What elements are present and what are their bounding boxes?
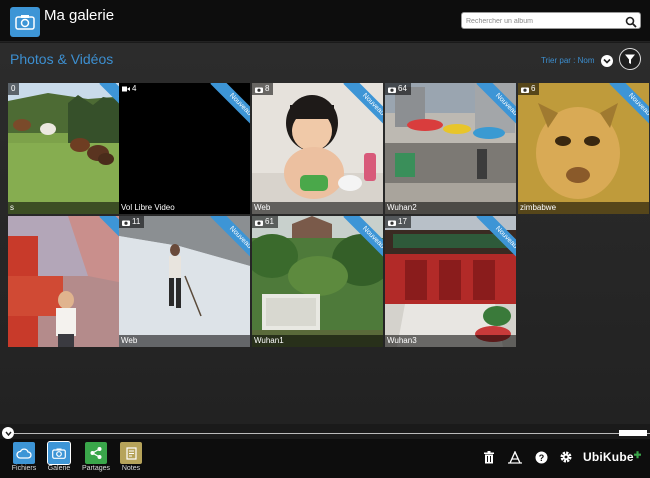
- album-name: Vol Libre Video: [119, 202, 250, 214]
- album-tile[interactable]: 4 Nouveau Vol Libre Video: [119, 83, 250, 214]
- album-name: Web: [252, 202, 383, 214]
- media-count-badge: 61: [252, 216, 278, 228]
- new-ribbon: Nouveau: [466, 216, 516, 266]
- media-count: 8: [265, 84, 270, 93]
- album-tile[interactable]: 11 Nouveau Web: [119, 216, 250, 347]
- album-tile[interactable]: 6 Nouveau zimbabwe: [518, 83, 649, 214]
- album-name: zimbabwe: [518, 202, 649, 214]
- font-icon: [508, 450, 522, 464]
- album-name: Wuhan2: [385, 202, 516, 214]
- bottom-bar: Fichiers Galerie Partages Notes: [0, 439, 650, 478]
- camera-icon: [255, 87, 263, 93]
- funnel-icon: [625, 54, 635, 64]
- camera-icon: [122, 220, 130, 226]
- media-count-badge: 4: [119, 83, 141, 95]
- new-ribbon-label: Nouveau: [343, 216, 383, 266]
- new-ribbon-label: Nouveau: [609, 83, 649, 133]
- media-count: 6: [531, 84, 536, 93]
- camera-icon: [521, 87, 529, 93]
- sort-dropdown-toggle[interactable]: [601, 55, 613, 67]
- new-ribbon-label: Nouveau: [210, 216, 250, 266]
- camera-icon: [388, 220, 396, 226]
- new-ribbon-label: Nouveau: [476, 83, 516, 133]
- media-count-badge: 8: [252, 83, 274, 95]
- album-name: Web: [119, 335, 250, 347]
- media-count-badge: 6: [518, 83, 540, 95]
- camera-icon: [255, 220, 263, 226]
- video-icon: [122, 86, 130, 92]
- collapse-panel-button[interactable]: [2, 427, 14, 439]
- album-tile[interactable]: 64 Nouveau Wuhan2: [385, 83, 516, 214]
- search-input[interactable]: [466, 14, 626, 28]
- media-count: 4: [132, 84, 137, 93]
- cloud-icon: [13, 442, 35, 464]
- media-count-badge: 11: [119, 216, 145, 228]
- scroll-handle[interactable]: [619, 430, 647, 436]
- nav-label: Partages: [81, 465, 111, 472]
- section-title: Photos & Vidéos: [10, 51, 114, 67]
- gear-icon: [560, 451, 572, 463]
- new-ribbon: Nouveau: [466, 83, 516, 133]
- brand-dot-icon: ✚: [633, 450, 642, 460]
- new-ribbon-label: Nouveau: [343, 83, 383, 133]
- brand-logo: UbiKube✚: [583, 450, 641, 464]
- search-box[interactable]: [461, 12, 641, 29]
- media-count: 17: [398, 217, 407, 226]
- nav-item-galerie[interactable]: Galerie: [44, 441, 74, 472]
- album-tile[interactable]: 17 Nouveau Wuhan3: [385, 216, 516, 347]
- new-ribbon: Nouveau: [200, 83, 250, 133]
- trash-icon: [484, 450, 494, 463]
- share-icon: [85, 442, 107, 464]
- camera-icon: [47, 441, 71, 465]
- album-name: Wuhan1: [252, 335, 383, 347]
- camera-icon: [388, 87, 396, 93]
- media-count-badge: 0: [8, 83, 20, 95]
- new-ribbon: Nouveau: [333, 83, 383, 133]
- media-count-badge: 17: [385, 216, 411, 228]
- app-title: Ma galerie: [44, 7, 115, 24]
- nav-item-partages[interactable]: Partages: [81, 442, 111, 472]
- nav-label: Notes: [121, 465, 141, 472]
- settings-button[interactable]: [559, 450, 573, 464]
- help-button[interactable]: ?: [534, 450, 548, 464]
- font-button[interactable]: [508, 450, 522, 464]
- album-tile[interactable]: 61 Nouveau Wuhan1: [252, 216, 383, 347]
- media-count: 61: [265, 217, 274, 226]
- help-icon: ?: [535, 451, 547, 463]
- media-count: 0: [11, 84, 16, 93]
- new-ribbon-label: Nouveau: [210, 83, 250, 133]
- nav-label: Galerie: [47, 465, 71, 472]
- album-tile[interactable]: 8 Nouveau Web: [252, 83, 383, 214]
- nav-label: Fichiers: [11, 465, 37, 472]
- bottom-divider: [14, 433, 650, 434]
- brand-name: UbiKube: [583, 450, 634, 464]
- svg-text:?: ?: [538, 453, 544, 463]
- new-ribbon: Nouveau: [333, 216, 383, 266]
- media-count: 11: [132, 217, 141, 226]
- new-ribbon-label: Nouveau: [476, 216, 516, 266]
- new-ribbon: Nouveau: [200, 216, 250, 266]
- nav-item-notes[interactable]: Notes: [116, 442, 146, 472]
- top-bar: Ma galerie: [0, 0, 650, 42]
- filter-button[interactable]: [619, 48, 641, 70]
- sort-label[interactable]: Trier par : Nom: [541, 56, 595, 65]
- note-icon: [120, 442, 142, 464]
- media-count-badge: 64: [385, 83, 411, 95]
- chevron-down-icon: [4, 431, 12, 436]
- new-ribbon: Nouveau: [599, 83, 649, 133]
- media-count: 64: [398, 84, 407, 93]
- gallery-app-icon: [10, 7, 40, 37]
- chevron-down-icon: [603, 58, 611, 64]
- search-icon[interactable]: [625, 15, 637, 28]
- trash-button[interactable]: [482, 450, 496, 464]
- album-name: Wuhan3: [385, 335, 516, 347]
- nav-item-fichiers[interactable]: Fichiers: [9, 442, 39, 472]
